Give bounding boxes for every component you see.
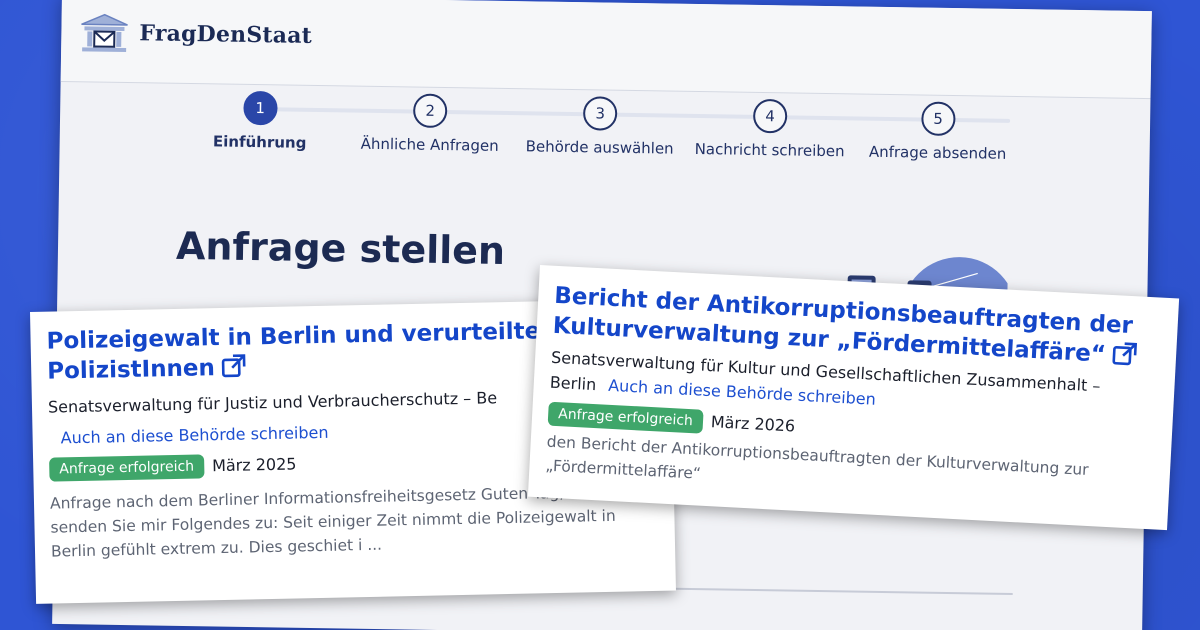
step-number: 4 (752, 98, 788, 134)
building-mail-icon (81, 13, 128, 53)
step-number: 3 (582, 96, 618, 131)
step-3[interactable]: 3 Behörde auswählen (525, 95, 675, 158)
external-link-icon[interactable] (1111, 341, 1138, 366)
status-badge: Anfrage erfolgreich (49, 454, 205, 482)
site-header: FragDenStaat (60, 0, 1152, 100)
step-label: Einführung (212, 132, 307, 152)
step-label: Behörde auswählen (525, 137, 674, 158)
site-logo[interactable]: FragDenStaat (79, 12, 312, 56)
step-number: 5 (920, 101, 956, 137)
step-number: 2 (412, 93, 448, 129)
step-1[interactable]: 1 Einführung (212, 90, 307, 152)
logo-text: FragDenStaat (139, 20, 313, 49)
request-date: März 2025 (211, 454, 297, 476)
step-5[interactable]: 5 Anfrage absenden (869, 101, 1007, 163)
request-card-culture: Bericht der Antikorruptionsbeauftragten … (527, 265, 1180, 531)
step-4[interactable]: 4 Nachricht schreiben (695, 98, 846, 160)
status-badge: Anfrage erfolgreich (547, 401, 704, 434)
step-2[interactable]: 2 Ähnliche Anfragen (361, 93, 500, 155)
step-label: Nachricht schreiben (694, 139, 845, 161)
step-label: Anfrage absenden (868, 142, 1007, 163)
external-link-icon[interactable] (221, 353, 247, 378)
request-title: Polizeigewalt in Berlin und verurteilte … (46, 318, 541, 385)
request-date: März 2026 (710, 412, 796, 436)
progress-steps: 1 Einführung 2 Ähnliche Anfragen 3 Behör… (59, 90, 1150, 199)
write-to-authority-link[interactable]: Auch an diese Behörde schreiben (60, 423, 328, 448)
page-title: Anfrage stellen (175, 223, 506, 273)
step-number: 1 (242, 90, 278, 126)
step-label: Ähnliche Anfragen (360, 134, 499, 155)
authority-city: Berlin (549, 372, 597, 394)
